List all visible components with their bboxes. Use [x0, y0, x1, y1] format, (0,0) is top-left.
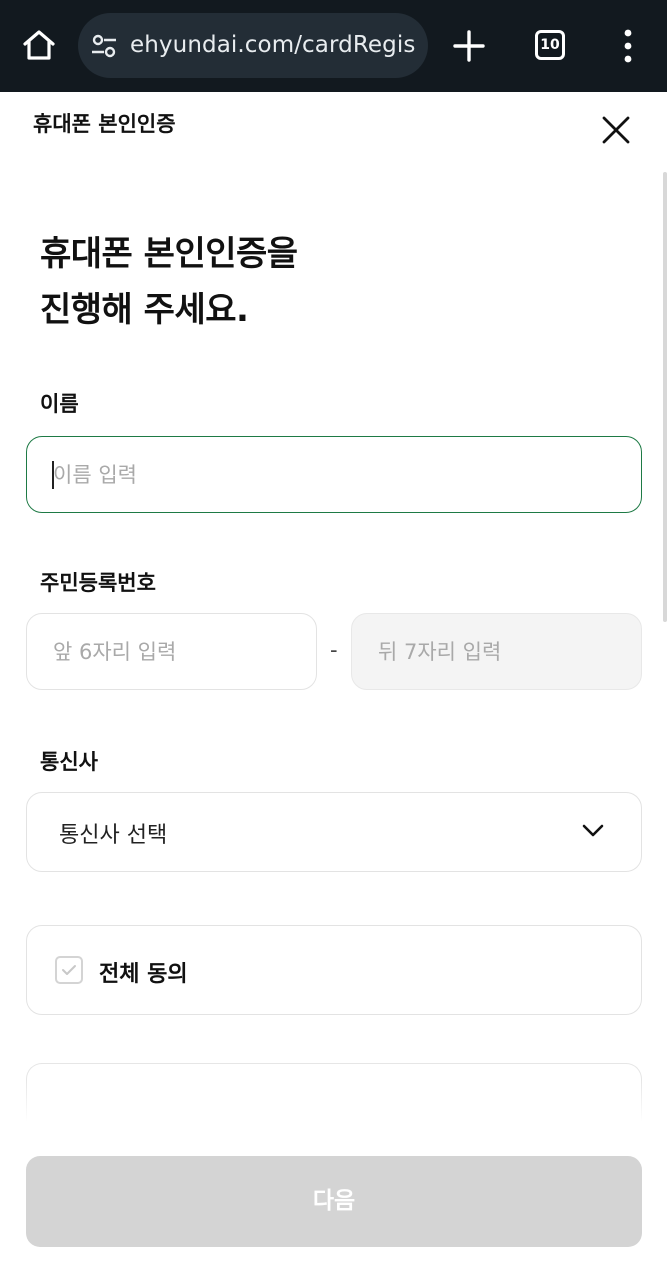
name-field[interactable] — [26, 436, 642, 513]
site-settings-icon[interactable] — [90, 32, 118, 60]
browser-toolbar: ehyundai.com/cardRegis 10 — [0, 0, 667, 92]
carrier-label: 통신사 — [40, 750, 98, 774]
page-title-line2: 진행해 주세요. — [40, 290, 249, 330]
rrn-separator: - — [330, 638, 338, 662]
address-bar[interactable]: ehyundai.com/cardRegis — [78, 13, 428, 78]
tab-switcher-button[interactable]: 10 — [535, 30, 565, 60]
page-title: 휴대폰 본인인증을 진행해 주세요. — [40, 226, 298, 338]
scrollbar[interactable] — [663, 172, 667, 622]
rrn-front-input[interactable] — [53, 614, 302, 689]
rrn-label: 주민등록번호 — [40, 571, 156, 595]
rrn-back-field[interactable] — [351, 613, 642, 690]
agree-all-label: 전체 동의 — [99, 962, 188, 987]
carrier-select[interactable]: 통신사 선택 — [26, 792, 642, 872]
rrn-front-field[interactable] — [26, 613, 317, 690]
text-caret — [52, 461, 54, 489]
plus-icon[interactable] — [450, 27, 488, 65]
page-header-title: 휴대폰 본인인증 — [33, 112, 176, 136]
agree-all-row[interactable]: 전체 동의 — [26, 925, 642, 1015]
home-icon[interactable] — [18, 24, 60, 66]
agree-all-checkbox[interactable] — [55, 956, 83, 984]
url-text[interactable]: ehyundai.com/cardRegis — [130, 32, 415, 58]
name-label: 이름 — [40, 392, 79, 416]
more-vert-icon[interactable] — [618, 28, 638, 64]
bottom-fade — [0, 1080, 667, 1140]
check-icon — [62, 965, 76, 975]
name-input[interactable] — [53, 437, 627, 512]
close-icon[interactable] — [598, 112, 634, 148]
chevron-down-icon — [582, 824, 604, 837]
page-title-line1: 휴대폰 본인인증을 — [40, 234, 298, 274]
rrn-back-input[interactable] — [378, 614, 627, 689]
carrier-select-value: 통신사 선택 — [59, 823, 168, 848]
next-button[interactable]: 다음 — [26, 1156, 642, 1247]
